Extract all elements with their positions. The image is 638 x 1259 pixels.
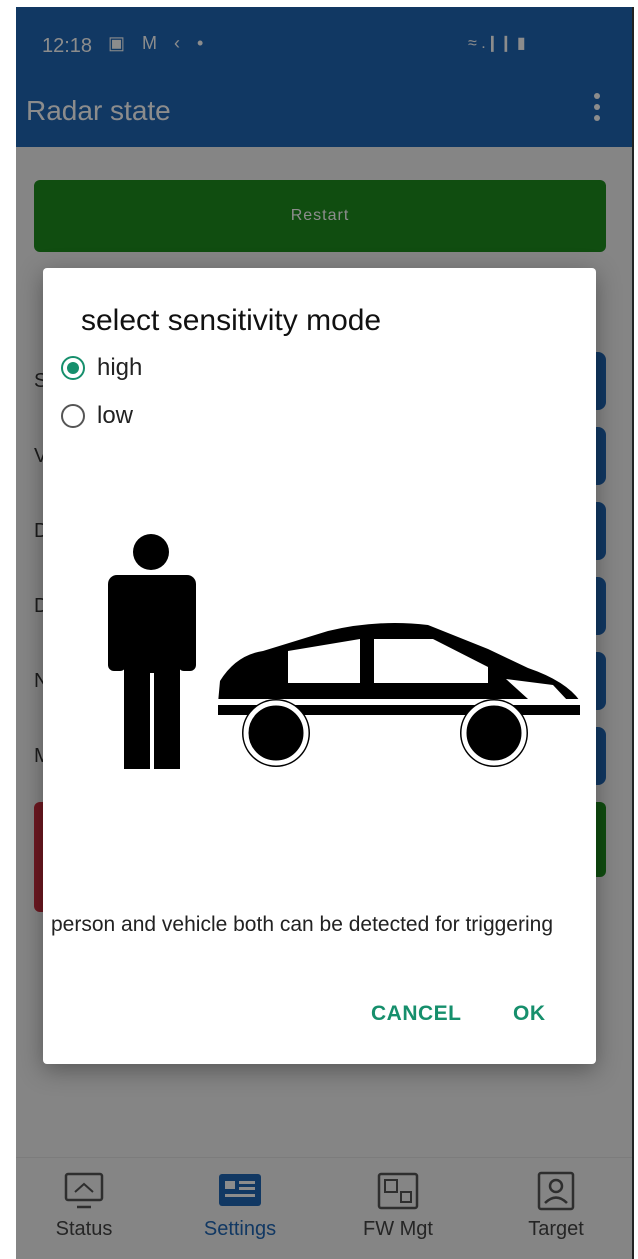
cancel-button[interactable]: CANCEL <box>371 1002 462 1026</box>
radio-checked-icon[interactable] <box>61 356 85 380</box>
dialog-title: select sensitivity mode <box>81 304 382 337</box>
person-icon <box>108 534 196 769</box>
option-low[interactable]: low <box>61 398 133 434</box>
option-low-label: low <box>97 402 134 429</box>
ok-button[interactable]: OK <box>513 1002 546 1026</box>
radio-unchecked-icon[interactable] <box>61 404 85 428</box>
sensitivity-dialog: select sensitivity mode high low person … <box>43 268 596 1064</box>
person-and-vehicle-illustration <box>108 534 580 769</box>
dialog-description: person and vehicle both can be detected … <box>51 913 554 936</box>
car-icon <box>218 623 580 767</box>
option-high-label: high <box>97 354 143 381</box>
option-high[interactable]: high <box>61 350 142 386</box>
